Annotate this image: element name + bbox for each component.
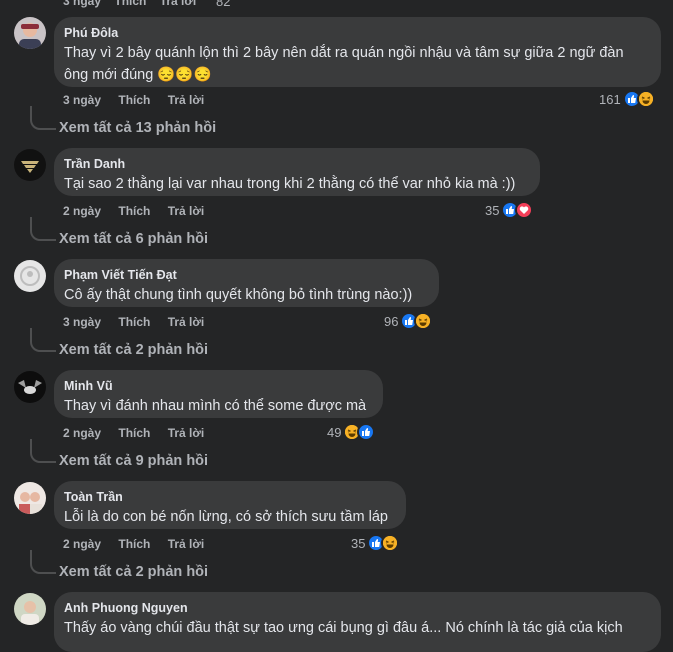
comment-time[interactable]: 2 ngày	[63, 204, 101, 218]
comment-bubble: Toàn Trần Lỗi là do con bé nốn lừng, có …	[54, 481, 406, 529]
comment-text: Cô ấy thật chung tình quyết không bỏ tìn…	[64, 287, 413, 303]
avatar[interactable]	[14, 260, 46, 292]
like-button[interactable]: Thích	[114, 0, 146, 8]
comment-text: Tại sao 2 thằng lại var nhau trong khi 2…	[64, 176, 516, 192]
reaction-summary[interactable]: 161	[599, 90, 655, 108]
comment-bubble: Anh Phuong Nguyen Thấy áo vàng chúi đầu …	[54, 592, 661, 652]
comment-text: Lỗi là do con bé nốn lừng, có sở thích s…	[64, 509, 388, 525]
comment-bubble: Trần Danh Tại sao 2 thằng lại var nhau t…	[54, 148, 540, 196]
comment-time[interactable]: 3 ngày	[63, 93, 101, 107]
love-icon	[515, 201, 534, 219]
reaction-count: 35	[351, 535, 366, 551]
reaction-summary[interactable]: 35	[351, 534, 400, 552]
avatar[interactable]	[14, 149, 46, 181]
comment-author[interactable]: Phạm Viết Tiến Đạt	[64, 267, 427, 283]
comment-author[interactable]: Minh Vũ	[64, 378, 371, 394]
reaction-count: 96	[384, 313, 399, 329]
view-replies-link[interactable]: Xem tất cả 9 phản hồi	[59, 453, 208, 469]
reaction-count: 35	[485, 202, 500, 218]
comment-author[interactable]: Phú Đôla	[64, 25, 649, 41]
reply-thread-line	[30, 106, 56, 130]
reply-button[interactable]: Trả lời	[168, 537, 205, 551]
haha-icon	[414, 312, 433, 330]
comment-text: Thay vì đánh nhau mình có thể some được …	[64, 398, 367, 414]
comment-text: Thay vì 2 bây quánh lộn thì 2 bây nên dắ…	[64, 45, 624, 61]
reply-thread-line	[30, 328, 56, 352]
comment-author[interactable]: Anh Phuong Nguyen	[64, 600, 649, 616]
comment-text: Thấy áo vàng chúi đầu thật sự tao ưng cá…	[64, 620, 623, 636]
comment-actions: 2 ngày Thích Trả lời	[63, 204, 218, 218]
reaction-summary[interactable]: 35	[485, 201, 534, 219]
like-button[interactable]: Thích	[118, 315, 150, 329]
reply-thread-line	[30, 550, 56, 574]
avatar[interactable]	[14, 593, 46, 625]
like-button[interactable]: Thích	[118, 93, 150, 107]
comment-bubble: Minh Vũ Thay vì đánh nhau mình có thể so…	[54, 370, 383, 418]
comment-actions: 3 ngày Thích Trả lời	[63, 315, 218, 329]
reaction-summary[interactable]: 96	[384, 312, 433, 330]
like-button[interactable]: Thích	[118, 537, 150, 551]
reply-button[interactable]: Trả lời	[168, 93, 205, 107]
reaction-count: 82	[216, 0, 231, 9]
comment-time[interactable]: 2 ngày	[63, 426, 101, 440]
reaction-count: 49	[327, 424, 342, 440]
like-icon	[357, 423, 376, 441]
previous-comment-actions: 3 ngày Thích Trả lời 82	[0, 0, 673, 9]
comment-actions: 2 ngày Thích Trả lời	[63, 537, 218, 551]
avatar[interactable]	[14, 17, 46, 49]
comment-time[interactable]: 2 ngày	[63, 537, 101, 551]
reaction-summary[interactable]: 49	[327, 423, 376, 441]
previous-comment-meta: 3 ngày Thích Trả lời	[63, 0, 196, 8]
comment-author[interactable]: Toàn Trần	[64, 489, 394, 505]
comment-time[interactable]: 3 ngày	[63, 315, 101, 329]
view-replies-link[interactable]: Xem tất cả 2 phản hồi	[59, 564, 208, 580]
avatar[interactable]	[14, 482, 46, 514]
avatar[interactable]	[14, 371, 46, 403]
comment-author[interactable]: Trần Danh	[64, 156, 528, 172]
view-replies-link[interactable]: Xem tất cả 2 phản hồi	[59, 342, 208, 358]
like-button[interactable]: Thích	[118, 426, 150, 440]
haha-icon	[636, 90, 655, 108]
haha-icon	[381, 534, 400, 552]
reply-button[interactable]: Trả lời	[168, 426, 205, 440]
comment-text-continued: ông mới đúng 😔😔😔	[64, 67, 212, 83]
reply-button[interactable]: Trả lời	[168, 315, 205, 329]
reply-button[interactable]: Trả lời	[168, 204, 205, 218]
reply-thread-line	[30, 217, 56, 241]
comment-bubble: Phạm Viết Tiến Đạt Cô ấy thật chung tình…	[54, 259, 439, 307]
comment-actions: 3 ngày Thích Trả lời	[63, 93, 218, 107]
like-button[interactable]: Thích	[118, 204, 150, 218]
reply-thread-line	[30, 439, 56, 463]
reply-button[interactable]: Trả lời	[160, 0, 197, 8]
reaction-count: 161	[599, 91, 621, 107]
comment-actions: 2 ngày Thích Trả lời	[63, 426, 218, 440]
view-replies-link[interactable]: Xem tất cả 6 phản hồi	[59, 231, 208, 247]
view-replies-link[interactable]: Xem tất cả 13 phản hồi	[59, 120, 216, 136]
comment-bubble: Phú Đôla Thay vì 2 bây quánh lộn thì 2 b…	[54, 17, 661, 87]
